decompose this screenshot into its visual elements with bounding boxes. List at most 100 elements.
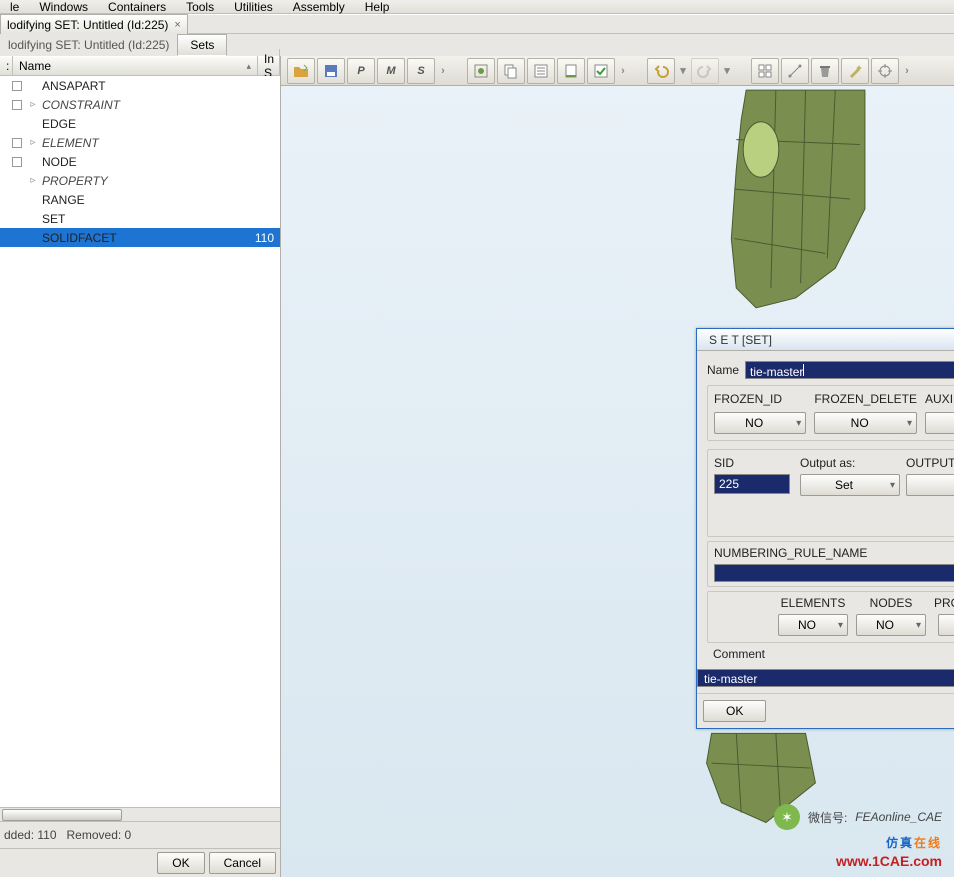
watermark-wechat-label: 微信号: bbox=[808, 809, 847, 826]
dialog-title: S E T [SET] bbox=[697, 329, 954, 351]
frozen-delete-label: FROZEN_DELETE bbox=[814, 392, 917, 406]
h-scrollbar[interactable] bbox=[0, 807, 280, 821]
menu-bar: le Windows Containers Tools Utilities As… bbox=[0, 0, 954, 14]
tool-open-icon[interactable] bbox=[287, 58, 315, 84]
cancel-button[interactable]: Cancel bbox=[209, 852, 276, 874]
checkbox-icon[interactable] bbox=[12, 138, 22, 148]
sid-label: SID bbox=[714, 456, 794, 470]
tool-doc-icon[interactable] bbox=[557, 58, 585, 84]
main-tab[interactable]: lodifying SET: Untitled (Id:225) × bbox=[0, 14, 188, 34]
tool-grid-icon[interactable] bbox=[751, 58, 779, 84]
expand-icon[interactable]: ▹ bbox=[28, 175, 38, 186]
tool-s-icon[interactable]: S bbox=[407, 58, 435, 84]
elements-label: ELEMENTS bbox=[781, 596, 846, 610]
watermark-brand-b: 在线 bbox=[914, 836, 942, 850]
redo-icon[interactable] bbox=[691, 58, 719, 84]
tree-row-solidfacet[interactable]: SOLIDFACET110 bbox=[0, 228, 280, 247]
col-name[interactable]: Name▴ bbox=[13, 56, 258, 76]
tool-settings-icon[interactable] bbox=[467, 58, 495, 84]
chevron-down-icon[interactable]: ▾ bbox=[721, 58, 733, 84]
chevron-right-icon[interactable]: › bbox=[617, 58, 629, 84]
col-handle[interactable]: : bbox=[0, 56, 13, 76]
frozen-id-label: FROZEN_ID bbox=[714, 392, 806, 406]
properties-select[interactable]: NO bbox=[938, 614, 954, 636]
subtab-sets[interactable]: Sets bbox=[177, 34, 227, 56]
tree-row-constraint[interactable]: ▹CONSTRAINT bbox=[0, 95, 280, 114]
auxiliary-label: AUXILIARY bbox=[925, 392, 954, 406]
frozen-id-select[interactable]: NO bbox=[714, 412, 806, 434]
output-type-select[interactable] bbox=[906, 474, 954, 496]
tool-save-icon[interactable] bbox=[317, 58, 345, 84]
elements-select[interactable]: NO bbox=[778, 614, 848, 636]
chevron-right-icon[interactable]: › bbox=[901, 58, 913, 84]
subtab-modifying[interactable]: lodifying SET: Untitled (Id:225) bbox=[0, 34, 177, 56]
chevron-right-icon[interactable]: › bbox=[437, 58, 449, 84]
tree-row-node[interactable]: NODE bbox=[0, 152, 280, 171]
tree-row-ansapart[interactable]: ANSAPART bbox=[0, 76, 280, 95]
menu-help[interactable]: Help bbox=[355, 0, 400, 14]
tool-target-icon[interactable] bbox=[871, 58, 899, 84]
menu-tools[interactable]: Tools bbox=[176, 0, 224, 14]
added-count: dded: 110 bbox=[4, 828, 57, 842]
tree-header: : Name▴ In S bbox=[0, 56, 280, 76]
checkbox-icon[interactable] bbox=[12, 100, 22, 110]
watermark-wechat-id: FEAonline_CAE bbox=[855, 810, 942, 824]
trash-icon[interactable] bbox=[811, 58, 839, 84]
tool-measure-icon[interactable] bbox=[781, 58, 809, 84]
menu-utilities[interactable]: Utilities bbox=[224, 0, 283, 14]
watermark: ✶ 微信号: FEAonline_CAE 仿真在线 www.1CAE.com bbox=[774, 804, 942, 869]
removed-count: Removed: 0 bbox=[67, 828, 132, 842]
left-panel: : Name▴ In S ANSAPART ▹CONSTRAINT EDGE ▹… bbox=[0, 56, 281, 877]
tree-row-property[interactable]: ▹PROPERTY bbox=[0, 171, 280, 190]
tool-copy-icon[interactable] bbox=[497, 58, 525, 84]
comment-label: Comment bbox=[713, 647, 765, 661]
tool-check-icon[interactable] bbox=[587, 58, 615, 84]
comment-input[interactable]: tie-master bbox=[697, 669, 954, 687]
menu-windows[interactable]: Windows bbox=[29, 0, 98, 14]
output-type-label: OUTPUT TYPE bbox=[906, 456, 954, 470]
viewport[interactable]: P M S › › ▾ ▾ › bbox=[281, 56, 954, 877]
main-tab-strip: lodifying SET: Untitled (Id:225) × bbox=[0, 14, 954, 34]
main-tab-label: lodifying SET: Untitled (Id:225) bbox=[7, 18, 168, 32]
sub-tab-strip: lodifying SET: Untitled (Id:225) Sets bbox=[0, 34, 954, 56]
name-input[interactable]: tie-master bbox=[745, 361, 954, 379]
output-as-label: Output as: bbox=[800, 456, 900, 470]
nodes-select[interactable]: NO bbox=[856, 614, 926, 636]
nodes-label: NODES bbox=[870, 596, 913, 610]
wechat-icon: ✶ bbox=[774, 804, 800, 830]
set-dialog: S E T [SET] Name tie-master FROZEN_ID FR… bbox=[696, 328, 954, 729]
dialog-ok-button[interactable]: OK bbox=[703, 700, 766, 722]
sort-asc-icon: ▴ bbox=[246, 61, 251, 72]
close-icon[interactable]: × bbox=[174, 19, 180, 31]
tool-p-icon[interactable]: P bbox=[347, 58, 375, 84]
tool-list-icon[interactable] bbox=[527, 58, 555, 84]
checkbox-icon[interactable] bbox=[12, 157, 22, 167]
menu-assembly[interactable]: Assembly bbox=[283, 0, 355, 14]
watermark-url: www.1CAE.com bbox=[774, 853, 942, 869]
menu-file[interactable]: le bbox=[0, 0, 29, 14]
sid-input[interactable]: 225 bbox=[714, 474, 790, 494]
status-bar: dded: 110 Removed: 0 bbox=[0, 821, 280, 848]
undo-icon[interactable] bbox=[647, 58, 675, 84]
properties-label: PROPERTIES bbox=[934, 596, 954, 610]
menu-containers[interactable]: Containers bbox=[98, 0, 176, 14]
ok-button[interactable]: OK bbox=[157, 852, 204, 874]
expand-icon[interactable]: ▹ bbox=[28, 99, 38, 110]
expand-icon[interactable]: ▹ bbox=[28, 137, 38, 148]
numbering-rule-input[interactable] bbox=[714, 564, 954, 582]
frozen-delete-select[interactable]: NO bbox=[814, 412, 917, 434]
auxiliary-select[interactable]: NO bbox=[925, 412, 954, 434]
output-as-select[interactable]: Set bbox=[800, 474, 900, 496]
chevron-down-icon[interactable]: ▾ bbox=[677, 58, 689, 84]
watermark-brand-a: 仿真 bbox=[886, 836, 914, 850]
tree-row-range[interactable]: RANGE bbox=[0, 190, 280, 209]
tool-magic-icon[interactable] bbox=[841, 58, 869, 84]
tree-row-set[interactable]: SET bbox=[0, 209, 280, 228]
tree: ANSAPART ▹CONSTRAINT EDGE ▹ELEMENT NODE … bbox=[0, 76, 280, 807]
tree-row-edge[interactable]: EDGE bbox=[0, 114, 280, 133]
panel-buttons: OK Cancel bbox=[0, 848, 280, 877]
tree-row-element[interactable]: ▹ELEMENT bbox=[0, 133, 280, 152]
scrollbar-thumb[interactable] bbox=[2, 809, 122, 821]
checkbox-icon[interactable] bbox=[12, 81, 22, 91]
tool-m-icon[interactable]: M bbox=[377, 58, 405, 84]
